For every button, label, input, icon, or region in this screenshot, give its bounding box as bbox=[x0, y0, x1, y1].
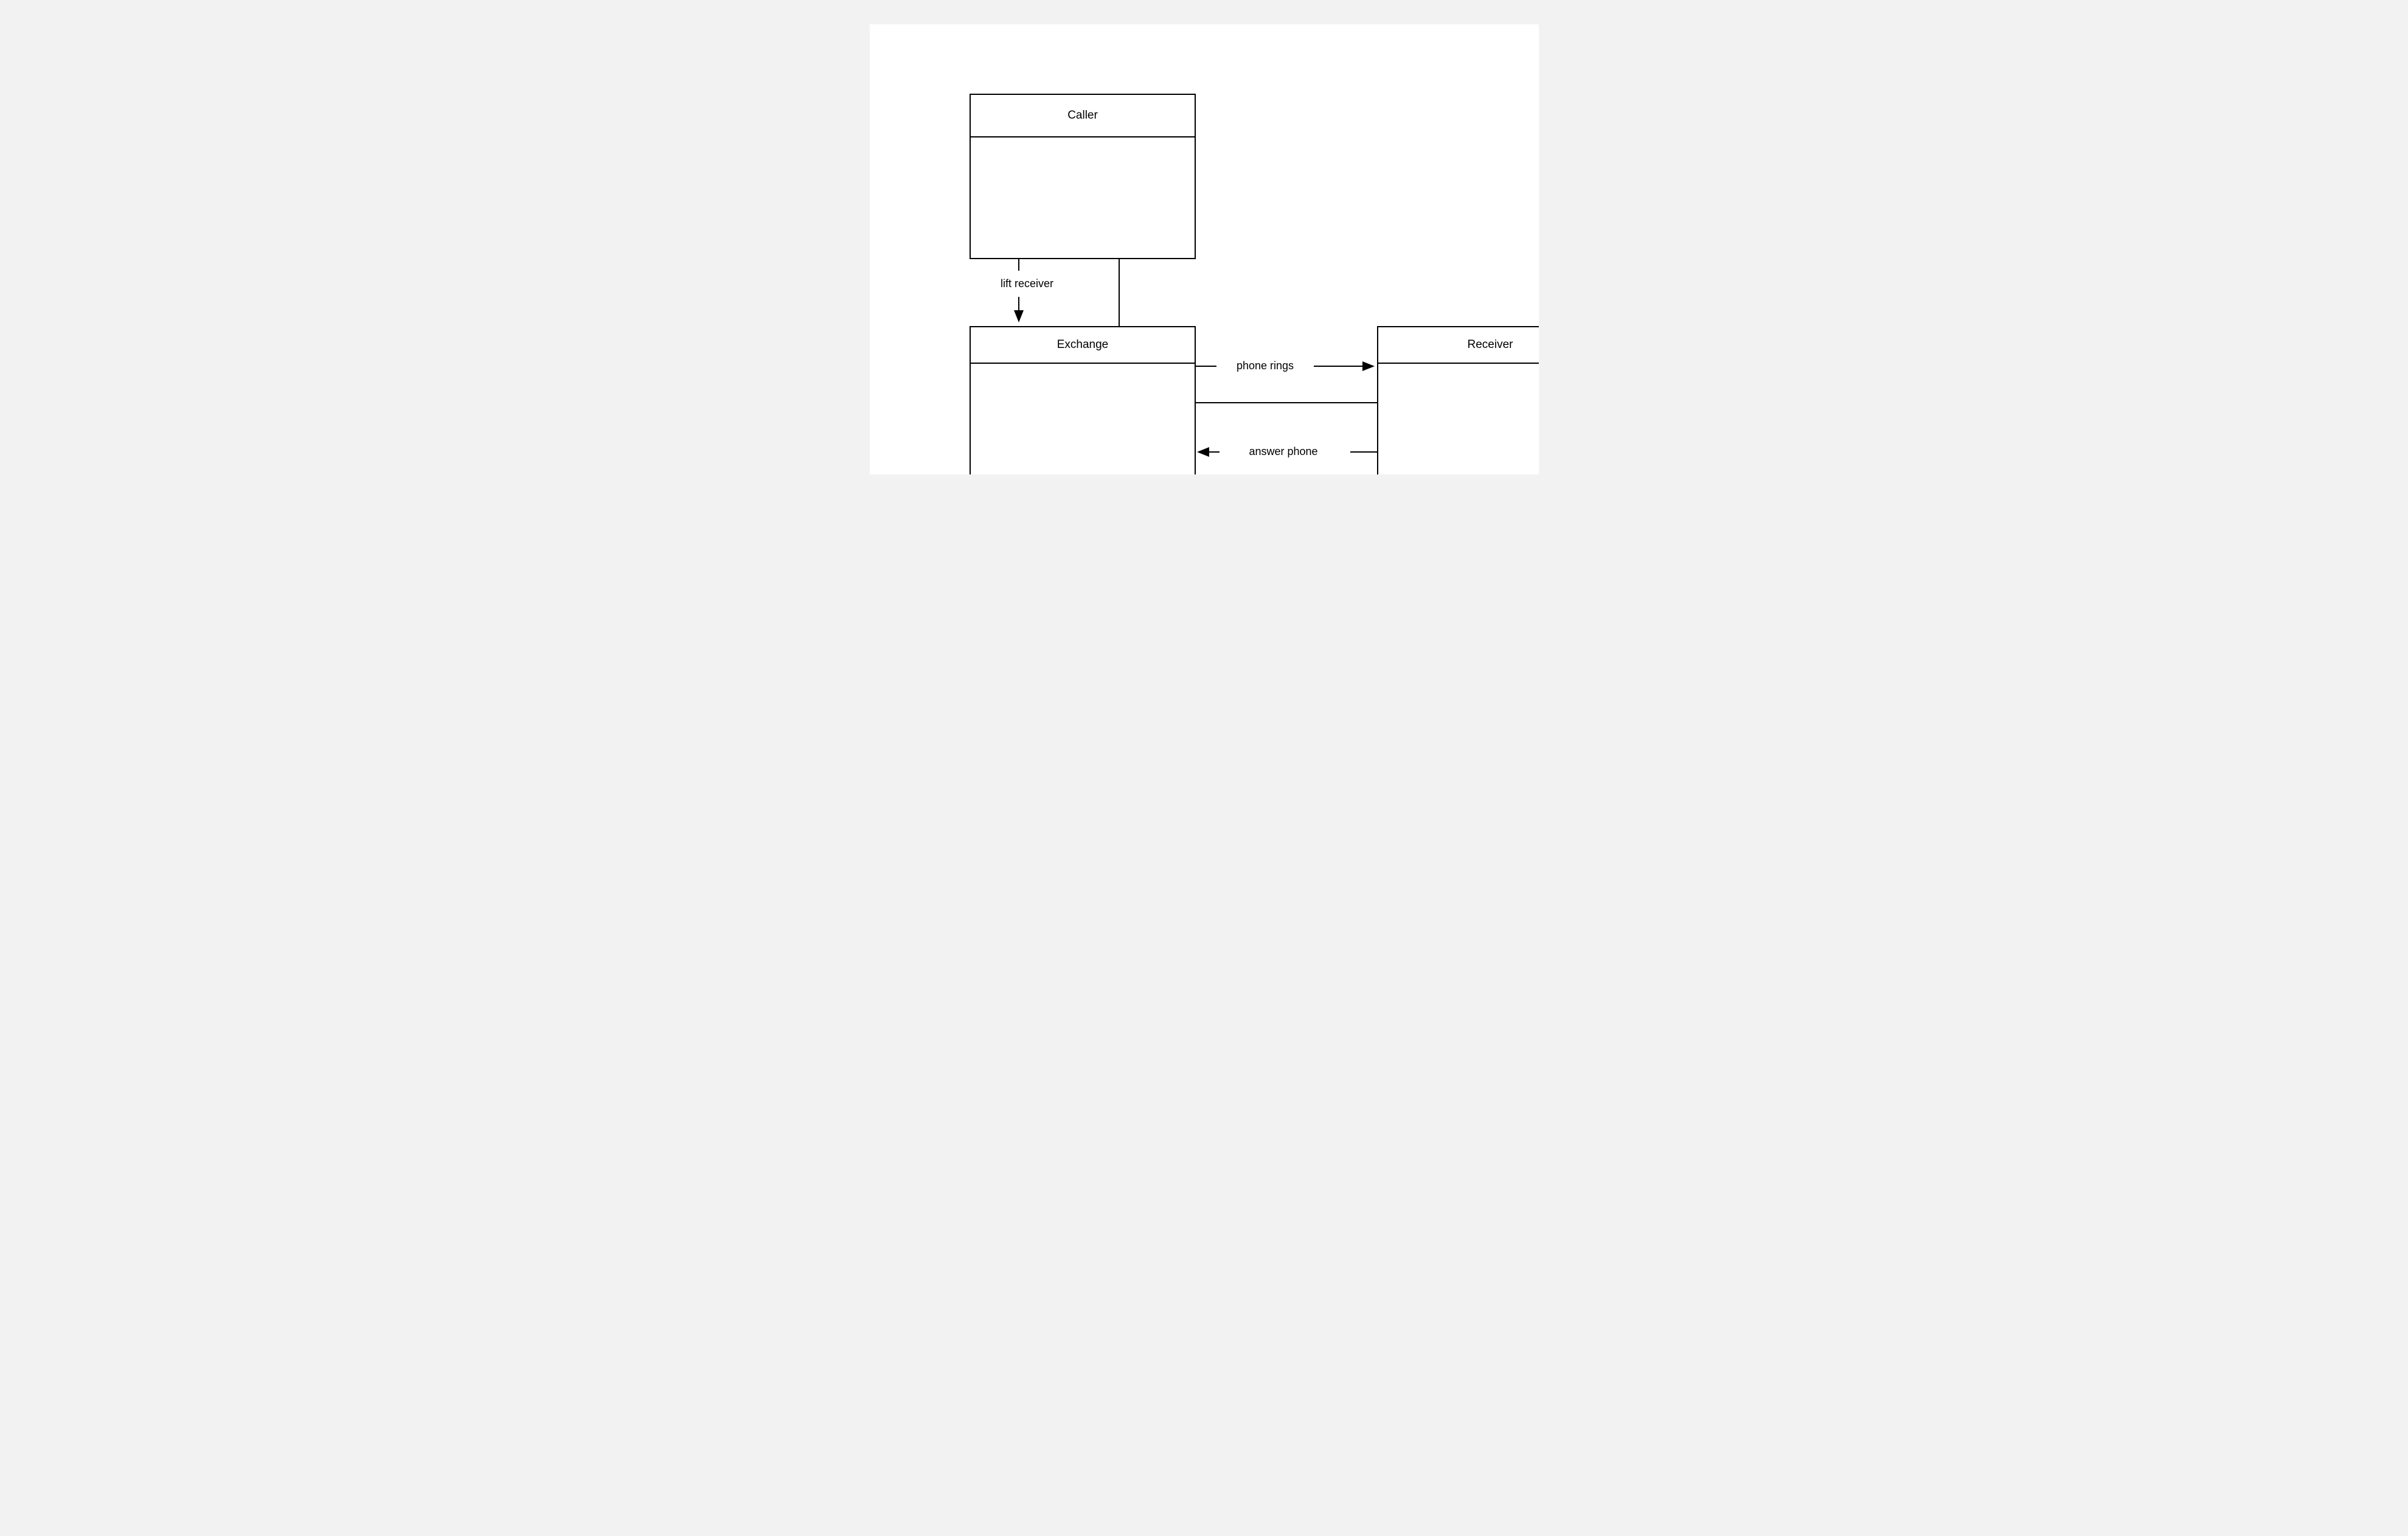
edge-phone-rings-label: phone rings bbox=[1236, 360, 1293, 372]
edge-lift-receiver: lift receiver bbox=[1001, 259, 1053, 322]
edge-answer-phone: answer phone bbox=[1197, 445, 1378, 457]
edge-phone-rings: phone rings bbox=[1195, 360, 1375, 372]
node-exchange: Exchange bbox=[970, 327, 1195, 474]
node-caller-title: Caller bbox=[1067, 109, 1098, 122]
node-receiver: Receiver bbox=[1378, 327, 1539, 474]
node-receiver-title: Receiver bbox=[1467, 338, 1513, 351]
edge-lift-receiver-label: lift receiver bbox=[1001, 277, 1053, 290]
edge-answer-phone-label: answer phone bbox=[1249, 445, 1317, 457]
node-exchange-title: Exchange bbox=[1057, 338, 1108, 351]
diagram-svg: Caller Exchange Receiver lift receiver p… bbox=[870, 24, 1539, 474]
node-caller: Caller bbox=[970, 94, 1195, 259]
diagram-canvas: Caller Exchange Receiver lift receiver p… bbox=[870, 24, 1539, 474]
